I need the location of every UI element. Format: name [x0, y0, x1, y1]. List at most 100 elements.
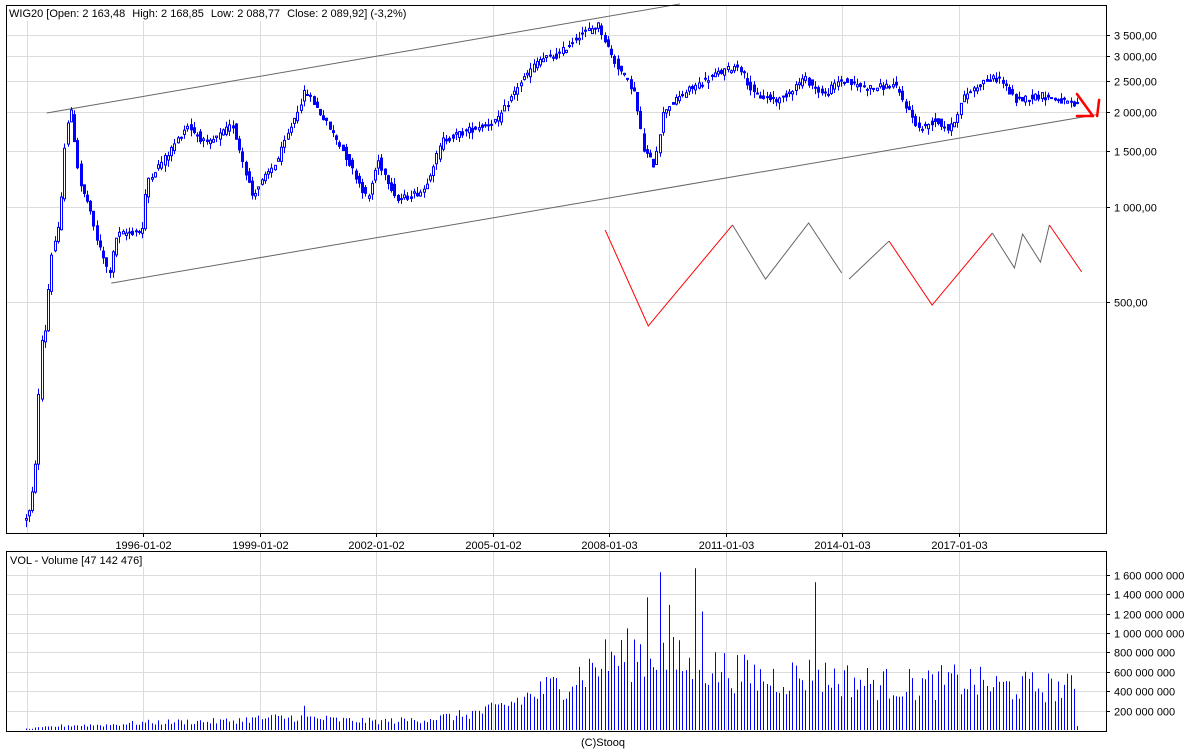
- candle-down: [940, 118, 943, 127]
- candle-down: [630, 79, 633, 90]
- candle-down: [672, 102, 675, 105]
- volume-title: VOL - Volume: [10, 555, 78, 567]
- candle-up: [998, 76, 1001, 79]
- candle-up: [804, 76, 807, 81]
- open-value: 2 163,48: [82, 8, 125, 20]
- candle-up: [183, 129, 186, 135]
- candle-down: [393, 183, 396, 197]
- candle-down: [400, 198, 403, 201]
- candle-up: [782, 95, 785, 98]
- candle-down: [989, 79, 992, 82]
- candle-up: [853, 81, 856, 84]
- candle-up: [257, 186, 260, 190]
- candle-up: [963, 94, 966, 103]
- candle-up: [177, 137, 180, 144]
- candle-up: [432, 166, 435, 177]
- candle-up: [274, 164, 277, 171]
- candle-down: [610, 48, 613, 56]
- candle-down: [911, 109, 914, 118]
- candle-down: [947, 124, 950, 131]
- candle-down: [92, 210, 95, 227]
- candle-down: [351, 159, 354, 169]
- candle-down: [918, 122, 921, 128]
- candle-up: [950, 123, 953, 132]
- date-tick-label: 2017-01-03: [931, 540, 987, 552]
- low-label: Low:: [211, 8, 234, 20]
- candle-down: [633, 87, 636, 92]
- candle-down: [319, 108, 322, 116]
- candle-up: [924, 123, 927, 127]
- candle-down: [471, 127, 474, 133]
- candle-up: [497, 115, 500, 122]
- candle-up: [222, 129, 225, 136]
- candle-up: [856, 84, 859, 88]
- volume-header: VOL - Volume [47 142 476]: [10, 555, 142, 567]
- candle-up: [215, 135, 218, 139]
- candle-down: [824, 91, 827, 94]
- candle-down: [461, 131, 464, 136]
- candle-down: [109, 270, 112, 274]
- price-tick-label: 1 000,00: [1114, 203, 1157, 215]
- candle-down: [180, 136, 183, 139]
- candle-up: [202, 138, 205, 142]
- candle-down: [681, 93, 684, 97]
- candle-down: [1015, 94, 1018, 103]
- price-panel-frame: [6, 5, 1107, 534]
- candle-up: [157, 164, 160, 169]
- candle-up: [455, 132, 458, 135]
- candle-down: [613, 55, 616, 64]
- candle-up: [368, 195, 371, 199]
- candle-down: [245, 161, 248, 176]
- candle-down: [594, 27, 597, 30]
- candle-up: [309, 94, 312, 97]
- candle-up: [885, 83, 888, 89]
- volume-bars: [26, 568, 1078, 730]
- candle-down: [1070, 100, 1073, 103]
- candle-down: [817, 87, 820, 93]
- candle-down: [1044, 97, 1047, 101]
- candle-up: [960, 102, 963, 116]
- candle-down: [639, 110, 642, 129]
- volume-tick-label: 1 600 000 000: [1114, 571, 1184, 583]
- candle-down: [238, 138, 241, 151]
- candle-up: [830, 84, 833, 94]
- candle-up: [526, 72, 529, 76]
- candle-up: [565, 49, 568, 53]
- zigzag-grey: [848, 240, 890, 280]
- change-value: (-3,2%): [370, 8, 406, 20]
- close-label: Close:: [287, 8, 318, 20]
- candle-down: [1057, 99, 1060, 102]
- candle-up: [419, 191, 422, 197]
- candle-up: [795, 84, 798, 92]
- candle-up: [665, 109, 668, 114]
- candle-up: [280, 146, 283, 162]
- candle-up: [458, 131, 461, 138]
- candle-down: [1011, 89, 1014, 95]
- candle-up: [306, 93, 309, 96]
- candle-down: [465, 129, 468, 132]
- candle-up: [112, 251, 115, 273]
- candle-down: [931, 120, 934, 126]
- candle-up: [876, 87, 879, 92]
- candle-up: [115, 237, 118, 256]
- candle-down: [235, 123, 238, 140]
- candle-up: [591, 28, 594, 35]
- candle-up: [678, 96, 681, 102]
- zigzag-grey: [732, 222, 843, 280]
- candle-up: [264, 173, 267, 182]
- candle-up: [37, 393, 40, 465]
- candle-down: [86, 194, 89, 202]
- candle-down: [969, 91, 972, 94]
- candle-down: [1060, 98, 1063, 104]
- candle-up: [212, 138, 215, 143]
- candle-up: [727, 66, 730, 71]
- symbol: WIG20: [9, 8, 43, 20]
- candle-up: [377, 160, 380, 169]
- candle-up: [296, 111, 299, 122]
- candle-down: [1002, 79, 1005, 84]
- candle-down: [96, 225, 99, 241]
- candle-up: [892, 84, 895, 88]
- candle-up: [141, 228, 144, 234]
- candle-down: [736, 64, 739, 68]
- candle-down: [313, 96, 316, 105]
